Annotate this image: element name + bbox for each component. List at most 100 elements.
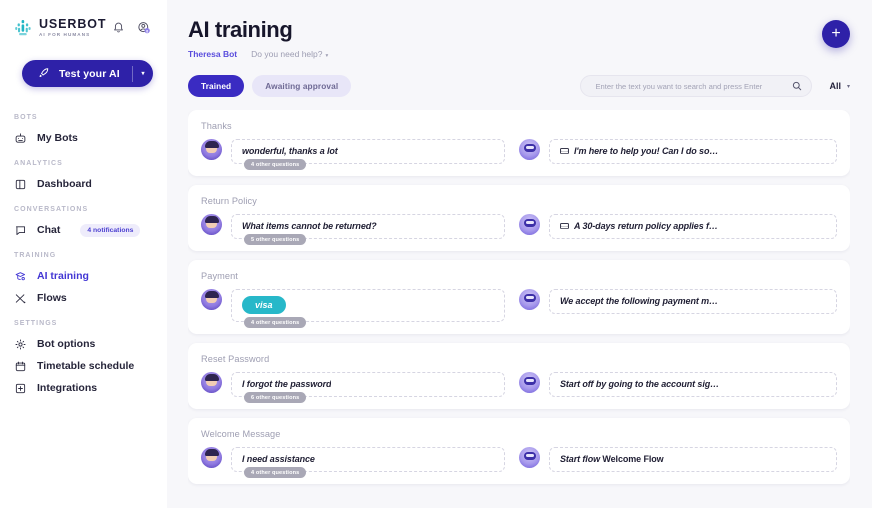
- table-row[interactable]: Welcome Message I need assistance 4 othe…: [188, 418, 850, 484]
- main-header: AI training Theresa Bot Do you need help…: [167, 0, 872, 59]
- card-title: Return Policy: [201, 196, 257, 206]
- table-row[interactable]: Payment visa 4 other questions We accept…: [188, 260, 850, 334]
- card-body: wonderful, thanks a lot 4 other question…: [201, 139, 837, 170]
- other-questions-badge[interactable]: 4 other questions: [244, 467, 307, 478]
- search-input[interactable]: [595, 81, 793, 91]
- bot-answer-bubble[interactable]: A 30-days return policy applies f…: [549, 214, 837, 239]
- userbot-logo-icon: [13, 18, 33, 38]
- card-body: I forgot the password 6 other questions …: [201, 372, 837, 403]
- chat-notification-badge: 4 notifications: [80, 223, 141, 237]
- other-questions-badge[interactable]: 4 other questions: [244, 159, 307, 170]
- sidebar-nav: BOTS My Bots ANALYTICS Dashboard CONVERS…: [0, 103, 167, 399]
- sidebar-item-ai-training[interactable]: AI training: [0, 265, 167, 287]
- bot-answer-column: Start off by going to the account sig…: [519, 372, 837, 397]
- sidebar-item-flows[interactable]: Flows: [0, 287, 167, 309]
- sidebar-item-my-bots[interactable]: My Bots: [0, 127, 167, 149]
- search-wrapper: All ▾: [580, 75, 850, 97]
- user-avatar: [201, 214, 222, 235]
- user-question-bubble[interactable]: I need assistance 4 other questions: [231, 447, 505, 478]
- sidebar-item-dashboard[interactable]: Dashboard: [0, 173, 167, 195]
- card-title: Welcome Message: [201, 429, 281, 439]
- other-questions-badge[interactable]: 4 other questions: [244, 317, 307, 328]
- bot-answer-column: I'm here to help you! Can I do so…: [519, 139, 837, 164]
- user-question-text: wonderful, thanks a lot: [242, 146, 338, 156]
- table-row[interactable]: Thanks wonderful, thanks a lot 4 other q…: [188, 110, 850, 176]
- brand-row: USERBOT AI FOR HUMANS 8: [0, 14, 167, 38]
- search-box[interactable]: [580, 75, 813, 97]
- chevron-down-icon[interactable]: ▾: [133, 70, 153, 77]
- user-question-column: I need assistance 4 other questions: [201, 447, 519, 478]
- card-title: Reset Password: [201, 354, 270, 364]
- sidebar-item-timetable-schedule[interactable]: Timetable schedule: [0, 355, 167, 377]
- gear-icon: [14, 338, 27, 351]
- bell-icon[interactable]: [112, 21, 126, 35]
- page-title: AI training: [188, 17, 293, 42]
- chat-bubble-icon: [14, 224, 27, 237]
- user-question-column: I forgot the password 6 other questions: [201, 372, 519, 403]
- table-row[interactable]: Return Policy What items cannot be retur…: [188, 185, 850, 251]
- filter-all-dropdown[interactable]: All ▾: [829, 81, 850, 91]
- keyboard-icon: [560, 148, 569, 154]
- nav-section-training: TRAINING: [14, 252, 57, 259]
- bot-answer-column: We accept the following payment m…: [519, 289, 837, 314]
- bot-answer-bubble[interactable]: Start off by going to the account sig…: [549, 372, 837, 397]
- filter-all-label: All: [829, 81, 841, 91]
- sidebar-item-integrations[interactable]: Integrations: [0, 377, 167, 399]
- bot-answer-bubble[interactable]: Start flow Welcome Flow: [549, 447, 837, 472]
- add-question-button[interactable]: +: [822, 20, 850, 48]
- breadcrumb-bot-name[interactable]: Theresa Bot: [188, 49, 237, 59]
- plus-icon: +: [831, 25, 841, 42]
- table-row[interactable]: Reset Password I forgot the password 6 o…: [188, 343, 850, 409]
- robot-icon: [14, 132, 27, 145]
- user-question-bubble[interactable]: wonderful, thanks a lot 4 other question…: [231, 139, 505, 170]
- test-your-ai-button[interactable]: Test your AI ▾: [22, 60, 153, 87]
- sidebar-item-label: Integrations: [37, 382, 98, 394]
- brand-name: USERBOT: [39, 17, 107, 32]
- bot-answer-flow-name: Welcome Flow: [600, 454, 664, 464]
- user-question-text: I forgot the password: [242, 379, 332, 389]
- user-question-bubble[interactable]: I forgot the password 6 other questions: [231, 372, 505, 403]
- sidebar-item-label: Timetable schedule: [37, 360, 135, 372]
- user-question-text: I need assistance: [242, 454, 315, 464]
- sidebar-item-label: Dashboard: [37, 178, 92, 190]
- help-avatar-icon[interactable]: 8: [137, 21, 151, 35]
- sidebar-header-icons: 8: [112, 21, 155, 35]
- bot-answer-bubble[interactable]: I'm here to help you! Can I do so…: [549, 139, 837, 164]
- tab-awaiting-approval[interactable]: Awaiting approval: [252, 75, 352, 97]
- bot-answer-column: A 30-days return policy applies f…: [519, 214, 837, 239]
- brand-tagline: AI FOR HUMANS: [39, 31, 91, 37]
- bot-avatar: [519, 447, 540, 468]
- main-content: AI training Theresa Bot Do you need help…: [167, 0, 872, 508]
- bot-answer-bubble[interactable]: We accept the following payment m…: [549, 289, 837, 314]
- breadcrumb-help-link[interactable]: Do you need help? ▾: [251, 49, 328, 59]
- training-cards-list[interactable]: Thanks wonderful, thanks a lot 4 other q…: [188, 110, 850, 502]
- user-question-bubble[interactable]: visa 4 other questions: [231, 289, 505, 328]
- puzzle-plus-icon: [14, 382, 27, 395]
- user-avatar: [201, 372, 222, 393]
- search-icon[interactable]: [792, 81, 802, 91]
- bot-answer-text: I'm here to help you! Can I do so…: [574, 146, 719, 156]
- user-avatar: [201, 289, 222, 310]
- user-question-text: What items cannot be returned?: [242, 221, 377, 231]
- bot-answer-action: Start flow: [560, 454, 601, 464]
- bot-avatar: [519, 372, 540, 393]
- app-root: USERBOT AI FOR HUMANS 8 Test your AI ▾ B…: [0, 0, 872, 508]
- nav-section-settings: SETTINGS: [14, 320, 58, 327]
- user-avatar: [201, 447, 222, 468]
- sidebar-item-bot-options[interactable]: Bot options: [0, 333, 167, 355]
- tab-trained[interactable]: Trained: [188, 75, 245, 97]
- visa-tag[interactable]: visa: [242, 296, 286, 314]
- sidebar-item-label: My Bots: [37, 132, 78, 144]
- bot-answer-text: A 30-days return policy applies f…: [574, 221, 718, 231]
- breadcrumb-help-label: Do you need help?: [251, 49, 323, 59]
- other-questions-badge[interactable]: 5 other questions: [244, 234, 307, 245]
- calendar-icon: [14, 360, 27, 373]
- rocket-icon: [39, 67, 50, 81]
- breadcrumb: Theresa Bot Do you need help? ▾: [188, 49, 872, 59]
- other-questions-badge[interactable]: 6 other questions: [244, 392, 307, 403]
- sidebar-item-chat[interactable]: Chat 4 notifications: [0, 219, 167, 241]
- user-question-column: What items cannot be returned? 5 other q…: [201, 214, 519, 245]
- bot-avatar: [519, 214, 540, 235]
- user-question-column: visa 4 other questions: [201, 289, 519, 328]
- user-question-bubble[interactable]: What items cannot be returned? 5 other q…: [231, 214, 505, 245]
